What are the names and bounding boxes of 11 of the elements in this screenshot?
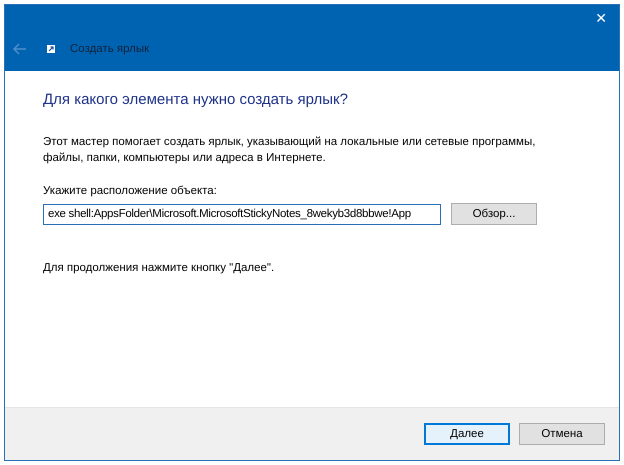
window-title: Создать ярлык <box>70 43 150 55</box>
page-heading: Для какого элемента нужно создать ярлык? <box>43 91 349 108</box>
browse-button[interactable]: Обзор... <box>451 203 537 225</box>
location-label: Укажите расположение объекта: <box>43 185 218 197</box>
close-button[interactable]: ✕ <box>583 5 619 33</box>
dialog-button[interactable]: Далее <box>424 423 510 445</box>
shortcut-icon <box>47 45 55 53</box>
location-field[interactable]: exe shell:AppsFolder\Microsoft.MicrosoftStickyNotes_8wekyb3d8bbwe!App <box>43 204 441 224</box>
hint-text: Для продолжения нажмите кнопку "Далее". <box>43 262 276 274</box>
description-text: Этот мастер помогает создать ярлык, указывающий на локальные или сетевые программы, файлы, папки, компьютеры или адреса в Интернете. <box>43 135 536 166</box>
dialog-button[interactable]: Отмена <box>519 423 605 445</box>
